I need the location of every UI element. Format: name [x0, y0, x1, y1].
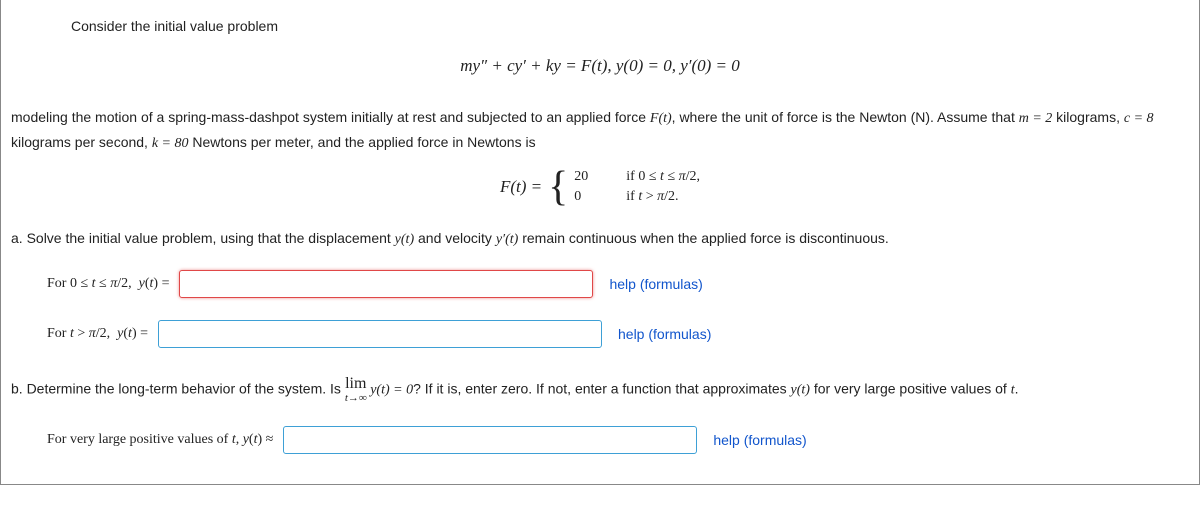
answer-row-a1: For 0 ≤ t ≤ π/2, y(t) = help (formulas): [47, 270, 1189, 298]
answer-input-a1[interactable]: [179, 270, 593, 298]
part-a-text: a. Solve the initial value problem, usin…: [11, 230, 1189, 248]
problem-container: Consider the initial value problem my″ +…: [0, 0, 1200, 485]
answer-label-a1: For 0 ≤ t ≤ π/2, y(t) =: [47, 276, 169, 292]
answer-input-a2[interactable]: [158, 320, 602, 348]
answer-row-b1: For very large positive values of t, y(t…: [47, 426, 1189, 454]
intro-text: Consider the initial value problem: [11, 18, 1189, 34]
piecewise-definition: F(t) = { 20 if 0 ≤ t ≤ π/2, 0 if t > π/2…: [11, 166, 1189, 208]
answer-label-a2: For t > π/2, y(t) =: [47, 326, 148, 342]
answer-row-a2: For t > π/2, y(t) = help (formulas): [47, 320, 1189, 348]
help-link-a1[interactable]: help (formulas): [609, 276, 702, 292]
answer-input-b1[interactable]: [283, 426, 697, 454]
part-b-text: b. Determine the long-term behavior of t…: [11, 376, 1189, 404]
answer-label-b1: For very large positive values of t, y(t…: [47, 432, 273, 448]
main-equation: my″ + cy′ + ky = F(t), y(0) = 0, y′(0) =…: [11, 56, 1189, 76]
help-link-a2[interactable]: help (formulas): [618, 326, 711, 342]
model-description: modeling the motion of a spring-mass-das…: [11, 106, 1189, 156]
help-link-b1[interactable]: help (formulas): [713, 432, 806, 448]
